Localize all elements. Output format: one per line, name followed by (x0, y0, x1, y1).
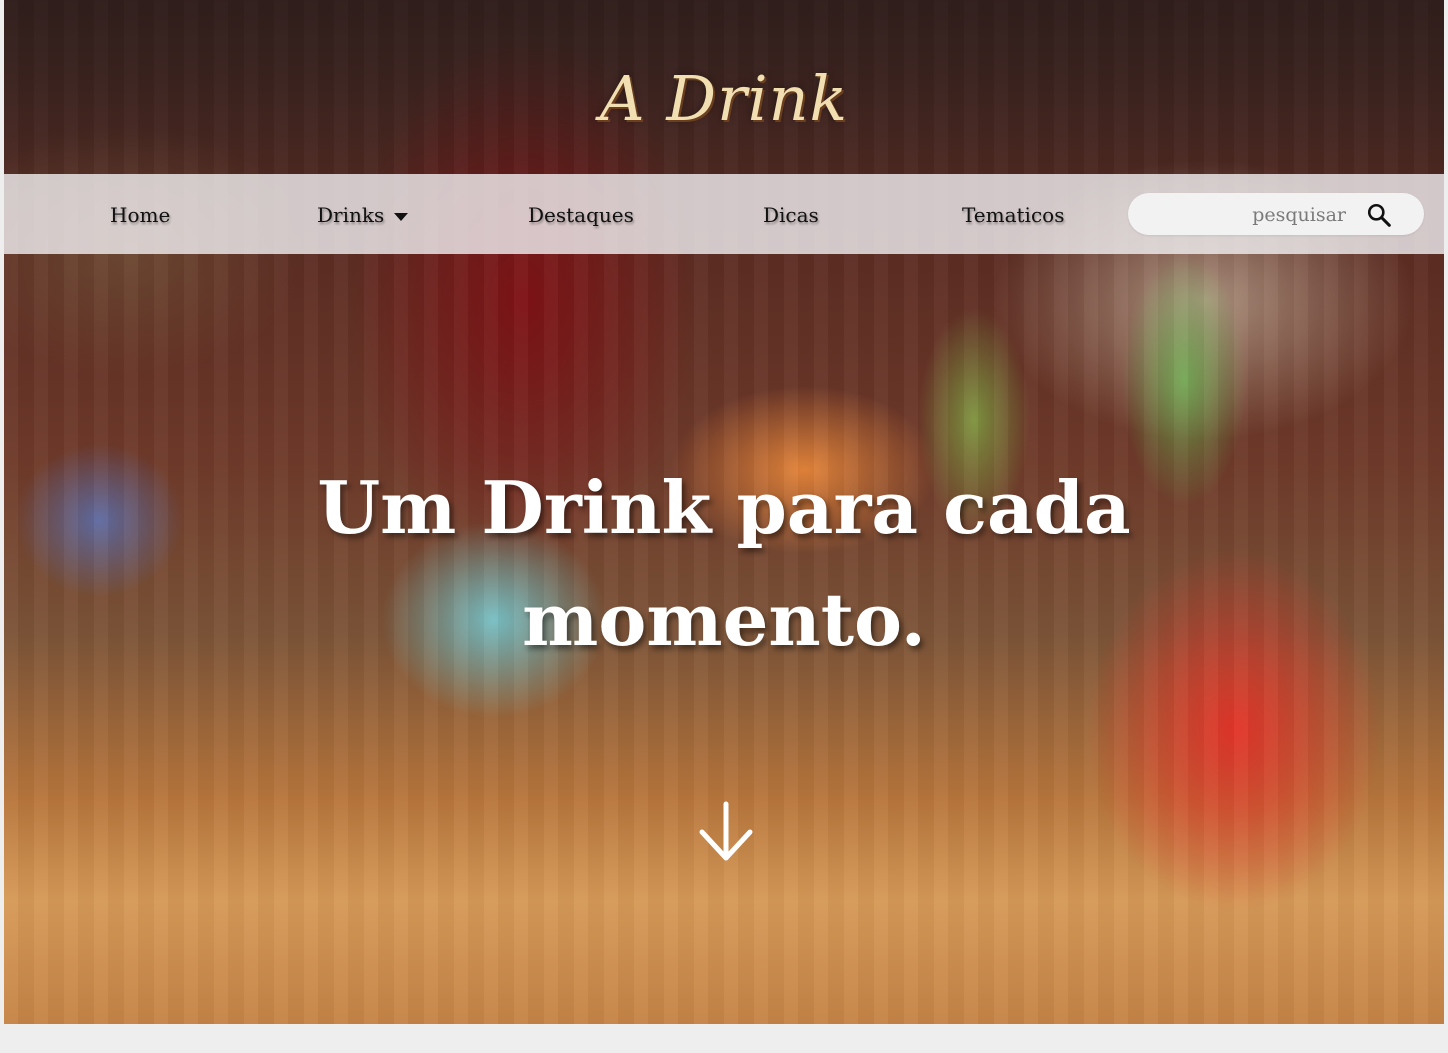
site-logo[interactable]: A Drink (4, 62, 1444, 135)
page: A Drink Home Drinks Destaques Dicas Tema… (0, 0, 1448, 1053)
nav-item-tematicos[interactable]: Tematicos (962, 203, 1064, 227)
hero-section: A Drink Home Drinks Destaques Dicas Tema… (4, 0, 1444, 1024)
main-navigation: Home Drinks Destaques Dicas Tematicos (4, 174, 1444, 254)
arrow-down-icon[interactable] (694, 800, 758, 864)
nav-item-drinks-label: Drinks (317, 203, 385, 227)
nav-item-dicas[interactable]: Dicas (763, 203, 819, 227)
nav-item-home[interactable]: Home (110, 203, 170, 227)
search-box (1128, 193, 1424, 235)
nav-item-drinks[interactable]: Drinks (317, 203, 409, 227)
caret-down-icon (394, 212, 409, 221)
nav-item-destaques[interactable]: Destaques (528, 203, 634, 227)
search-icon[interactable] (1366, 202, 1392, 228)
search-input[interactable] (1148, 199, 1348, 231)
hero-headline: Um Drink para cada momento. (317, 465, 1131, 662)
